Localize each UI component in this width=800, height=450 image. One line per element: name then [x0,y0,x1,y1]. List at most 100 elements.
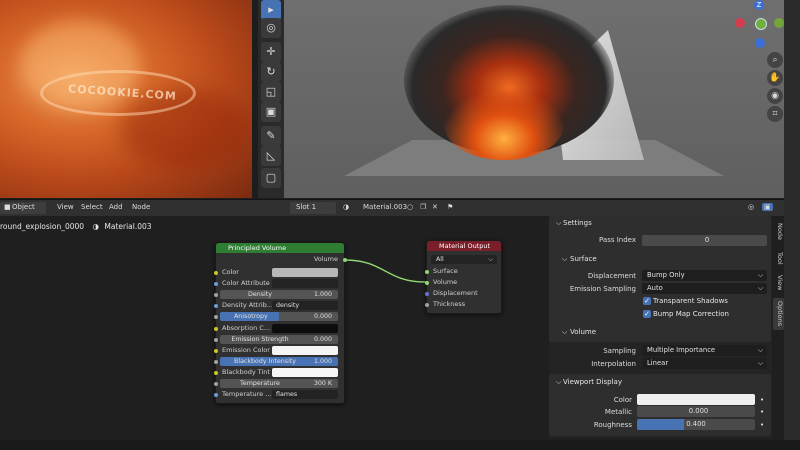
pv-text-field[interactable]: density [272,301,338,311]
pv-color-field[interactable] [272,323,338,333]
pv-input-socket[interactable] [214,348,218,353]
pv-input-row: Temperature ... flames [214,390,344,400]
pass-index-field[interactable]: 0 [642,235,767,246]
pv-input-row: Color Attribute [214,279,344,289]
bump-map-correction-checkbox[interactable]: ✓ [643,310,651,318]
pv-text-field[interactable]: flames [272,390,338,400]
interpolation-label: Interpolation [591,360,636,368]
roughness-label: Roughness [593,421,632,429]
displacement-dropdown[interactable]: Bump Only ⌵ [642,270,767,281]
material-output-title[interactable]: Material Output [427,241,501,251]
principled-volume-node[interactable]: Principled Volume Volume Color Color Attr… [214,242,347,404]
pv-input-label: Temperature [240,380,280,387]
bump-map-correction-label[interactable]: Bump Map Correction [653,310,729,318]
pv-input-label: Emission Strength [231,335,289,343]
chevron-down-icon: ⌵ [757,346,763,354]
pv-color-field[interactable] [272,345,338,355]
settings-title[interactable]: Settings [563,219,592,227]
pv-input-socket[interactable] [214,282,218,287]
interpolation-dropdown[interactable]: Linear ⌵ [642,358,767,369]
pv-slider[interactable]: Blackbody Intensity 1.000 [220,356,338,366]
volume-label: Volume [433,278,458,286]
pv-input-socket[interactable] [214,315,218,320]
keyframe-dot-icon[interactable]: • [760,408,764,416]
pv-input-socket[interactable] [214,359,218,364]
pv-slider[interactable]: Density 1.000 [220,290,338,300]
pv-input-value: 1.000 [313,291,332,299]
metallic-slider[interactable]: 0.000 [637,406,755,417]
material-output-node[interactable]: Material Output All ⌵ Surface Volume Dis… [425,240,502,314]
roughness-value: 0.400 [686,420,706,428]
pv-input-socket[interactable] [214,337,218,342]
pv-input-label: Emission Color [222,345,270,354]
vd-color-swatch[interactable] [637,394,755,405]
pv-input-label: Temperature ... [222,390,272,399]
keyframe-dot-icon[interactable]: • [760,396,764,404]
pv-input-value: flames [276,391,298,399]
tab-view[interactable]: View [773,272,784,294]
roughness-slider[interactable]: 0.400 [637,419,755,430]
pv-input-row: Blackbody Tint [214,367,344,378]
sampling-label: Sampling [603,347,636,355]
surface-label: Surface [433,267,458,275]
viewport-display-title[interactable]: Viewport Display [563,378,622,386]
surface-title[interactable]: Surface [570,255,597,263]
volume-title[interactable]: Volume [570,328,596,336]
metallic-label: Metallic [604,408,632,416]
sampling-dropdown[interactable]: Multiple Importance ⌵ [642,345,767,356]
pv-input-socket[interactable] [214,370,218,375]
pv-color-field[interactable] [272,367,338,377]
output-thickness-row: Thickness [425,300,501,310]
pv-input-socket[interactable] [214,304,218,309]
pv-input-row: Absorption C... [214,323,344,334]
transparent-shadows-checkbox[interactable]: ✓ [643,297,651,305]
transparent-shadows-label[interactable]: Transparent Shadows [653,297,728,305]
pv-input-label: Blackbody Tint [222,367,270,376]
pass-index-label: Pass Index [599,236,636,244]
pv-slider[interactable]: Anisotropy 0.000 [220,312,338,322]
vd-color-label: Color [613,396,632,404]
surface-collapse-icon[interactable]: ⌵ [562,255,567,264]
volume-link[interactable] [344,259,427,283]
pv-input-label: Color Attribute [222,279,270,288]
pv-input-row: Density 1.000 [214,290,344,300]
emission-sampling-dropdown[interactable]: Auto ⌵ [642,283,767,294]
volume-output-label: Volume [313,255,338,263]
output-surface-row: Surface [425,267,501,277]
pv-input-value: density [276,302,300,310]
pv-input-label: Density Attrib... [222,301,274,310]
chevron-down-icon: ⌵ [757,271,763,279]
pv-color-field[interactable] [272,268,338,277]
volume-collapse-icon[interactable]: ⌵ [562,328,567,337]
pv-input-socket[interactable] [214,326,218,331]
surface-socket[interactable] [425,270,429,274]
output-target-value: All [436,256,444,263]
tab-tool[interactable]: Tool [773,248,784,268]
pv-input-row: Color [214,268,344,278]
emission-sampling-value: Auto [647,284,663,292]
displacement-socket[interactable] [425,292,429,296]
pv-slider[interactable]: Temperature 300 K [220,379,338,388]
volume-socket[interactable] [425,281,429,285]
output-target-dropdown[interactable]: All ⌵ [431,255,497,264]
keyframe-dot-icon[interactable]: • [760,421,764,429]
tab-node[interactable]: Node [773,218,784,244]
pv-input-socket[interactable] [214,271,218,275]
viewport-display-collapse-icon[interactable]: ⌵ [556,378,561,387]
pv-input-socket[interactable] [214,293,218,298]
pv-slider[interactable]: Emission Strength 0.000 [220,334,338,344]
pv-input-label: Density [248,291,272,299]
displacement-prop-label: Displacement [587,272,636,280]
pv-input-value: 300 K [313,380,332,387]
pv-input-socket[interactable] [214,393,218,398]
chevron-down-icon: ⌵ [757,284,763,292]
settings-collapse-icon[interactable]: ⌵ [556,219,561,228]
emission-sampling-label: Emission Sampling [569,285,636,293]
tab-options[interactable]: Options [773,298,784,330]
pv-color-field[interactable] [272,279,338,289]
thickness-socket[interactable] [425,303,429,307]
pv-input-socket[interactable] [214,382,218,386]
pv-input-label: Absorption C... [222,323,270,332]
principled-volume-title[interactable]: Principled Volume [216,243,344,253]
volume-output-socket[interactable] [343,258,347,262]
